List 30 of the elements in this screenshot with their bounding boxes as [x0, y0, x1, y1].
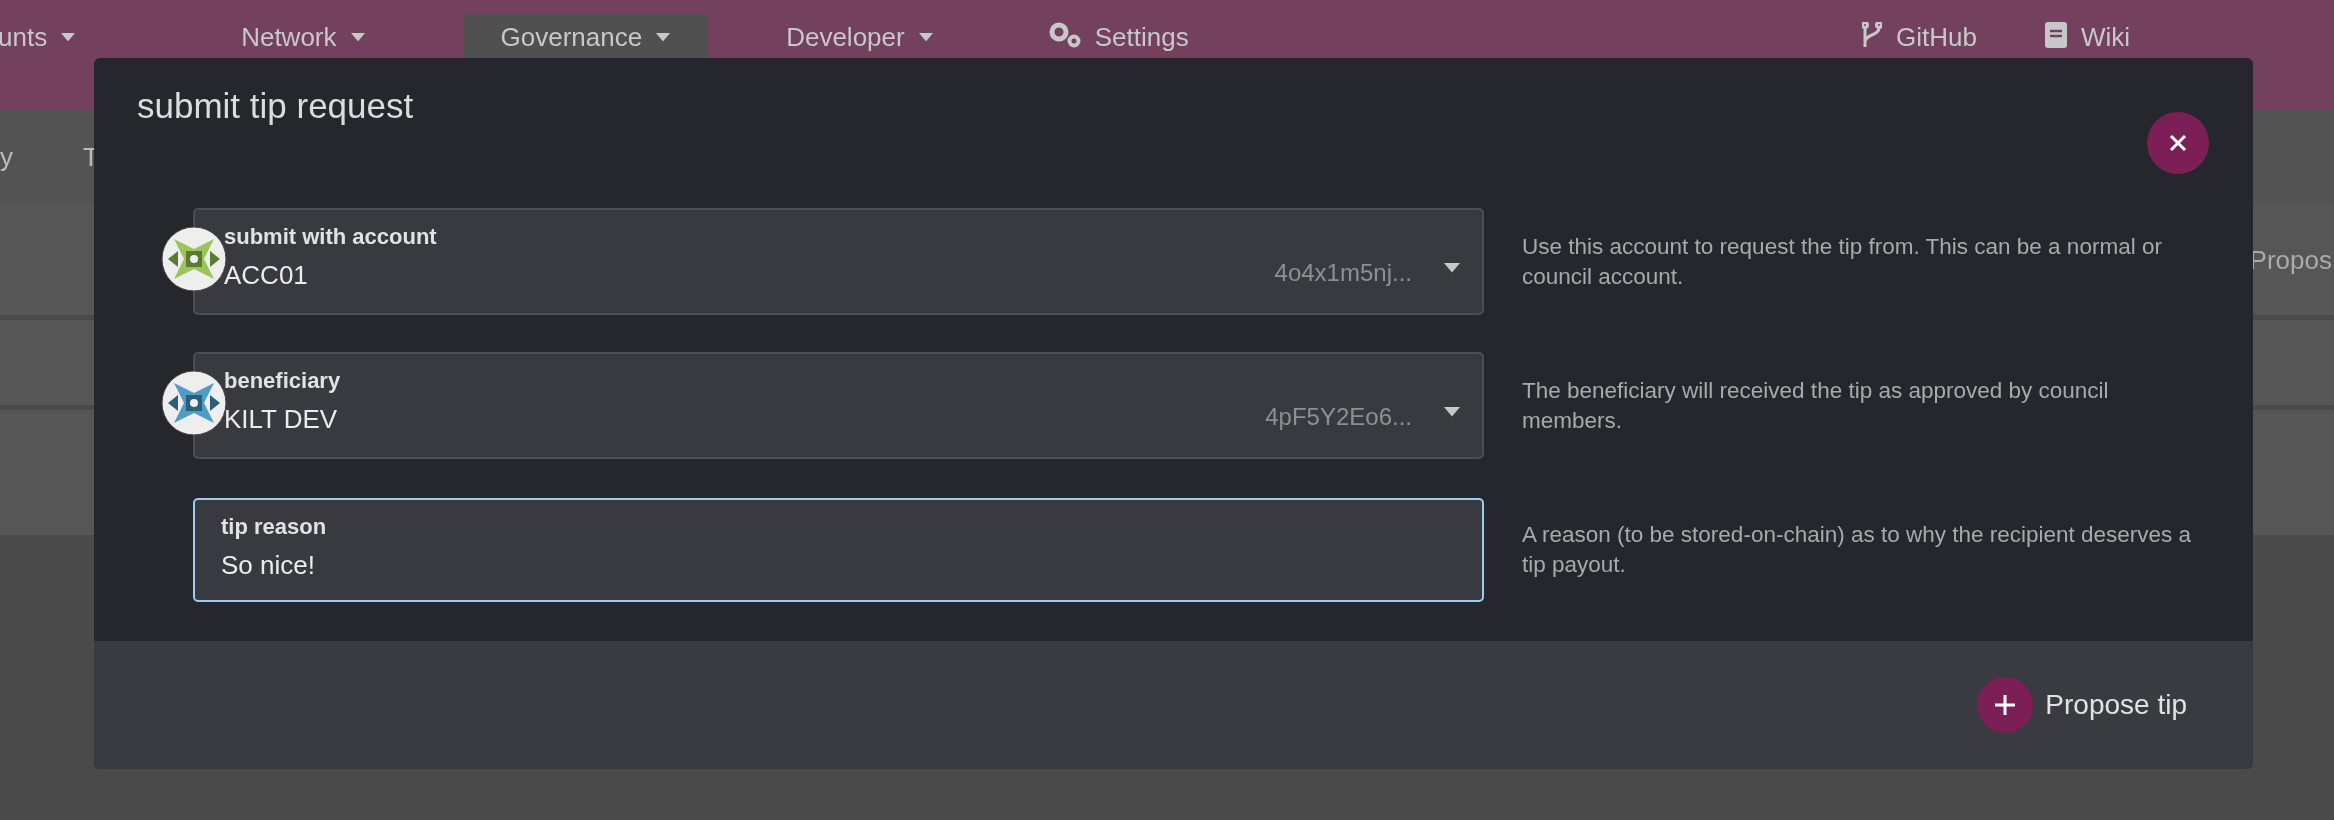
caret-icon: [1444, 407, 1460, 417]
field-label: tip reason: [221, 513, 327, 540]
propose-tip-button[interactable]: Propose tip: [1977, 677, 2187, 733]
nav-link[interactable]: Wiki: [2010, 14, 2164, 94]
account-dropdown[interactable]: submit with account ACC01 4o4x1m5nj...: [193, 208, 1484, 315]
field-value: ACC01: [224, 260, 308, 291]
help-text: A reason (to be stored-on-chain) as to why the recipient deserves a tip payout.: [1522, 520, 2193, 579]
help-text: The beneficiary will received the tip as approved by council members.: [1522, 376, 2110, 435]
caret-icon: [1444, 263, 1460, 273]
account-dropdown[interactable]: beneficiary KILT DEV 4pF5Y2Eo6...: [193, 352, 1484, 459]
nav-tab[interactable]: unts: [0, 14, 114, 94]
address-text: 4o4x1m5nj...: [1274, 259, 1412, 287]
plus-icon: [1993, 693, 2018, 717]
field-value: KILT DEV: [224, 404, 338, 435]
field-label: submit with account: [224, 224, 437, 250]
background-text: Propos: [2249, 244, 2332, 276]
close-icon: [2169, 134, 2187, 152]
nav-link[interactable]: GitHub: [1828, 14, 2011, 94]
field-label: beneficiary: [224, 368, 341, 394]
branch-icon: [1862, 22, 1882, 48]
subnav-tab[interactable]: y: [0, 142, 13, 173]
book-icon: [2044, 22, 2067, 48]
modal-title: submit tip request: [137, 86, 414, 126]
gears-icon: [1048, 22, 1081, 48]
help-text: Use this account to request the tip from. This can be a normal or council account.: [1522, 232, 2163, 291]
nav-tab[interactable]: Developer: [748, 14, 971, 94]
address-text: 4pF5Y2Eo6...: [1265, 403, 1412, 431]
nav-tab[interactable]: Settings: [1010, 14, 1227, 94]
input-field[interactable]: tip reason So nice!: [193, 497, 1484, 602]
field-value: So nice!: [221, 549, 315, 581]
